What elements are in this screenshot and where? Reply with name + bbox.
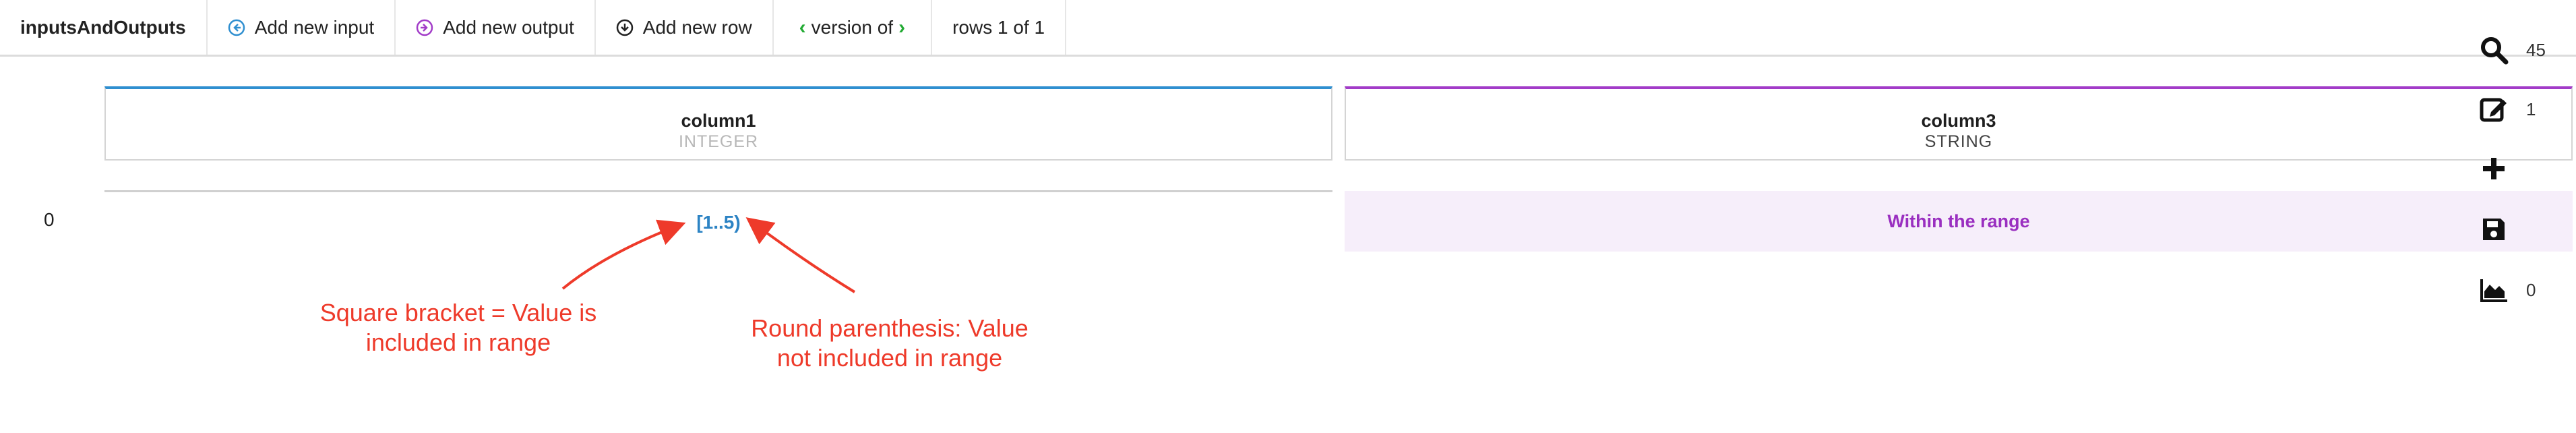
- search-count: 45: [2526, 39, 2546, 60]
- annotation-arrow-left: [561, 219, 686, 290]
- search-icon: [2474, 35, 2514, 65]
- chart-count: 0: [2526, 279, 2536, 300]
- add-button[interactable]: [2474, 148, 2575, 189]
- search-button[interactable]: 45: [2474, 30, 2575, 70]
- annotation-line: Square bracket = Value is: [319, 299, 597, 326]
- annotation-round-parenthesis: Round parenthesis: Value not included in…: [735, 314, 1045, 373]
- annotation-line: not included in range: [776, 344, 1003, 372]
- edit-button[interactable]: 1: [2474, 89, 2575, 129]
- area-chart-icon: [2474, 277, 2514, 304]
- annotation-line: Round parenthesis: Value: [751, 314, 1029, 342]
- save-button[interactable]: [2474, 209, 2575, 250]
- annotation-arrows: [561, 217, 856, 293]
- annotation-arrow-right: [745, 217, 856, 293]
- chart-button[interactable]: 0: [2474, 270, 2575, 310]
- edit-count: 1: [2526, 98, 2536, 119]
- save-icon: [2474, 216, 2514, 243]
- plus-icon: [2474, 155, 2514, 182]
- annotation-line: included in range: [365, 328, 551, 356]
- annotation-square-bracket: Square bracket = Value is included in ra…: [297, 298, 620, 357]
- edit-icon: [2474, 94, 2514, 124]
